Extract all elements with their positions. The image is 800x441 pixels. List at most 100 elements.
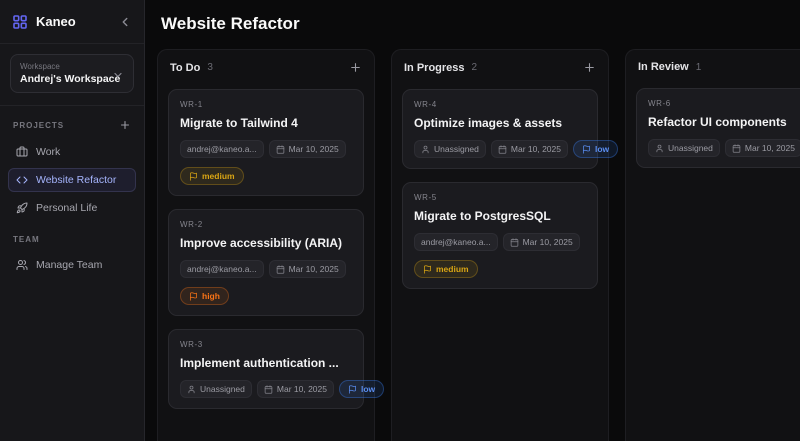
- due-date-label: Mar 10, 2025: [511, 144, 561, 154]
- calendar-icon: [276, 265, 285, 274]
- priority-label: medium: [436, 264, 469, 274]
- card-list: WR-1 Migrate to Tailwind 4 andrej@kaneo.…: [158, 83, 374, 419]
- workspace-selector[interactable]: Workspace Andrej's Workspace: [10, 54, 134, 93]
- task-card-wr-1[interactable]: WR-1 Migrate to Tailwind 4 andrej@kaneo.…: [168, 89, 364, 196]
- assignee-label: Unassigned: [668, 143, 713, 153]
- priority-label: low: [361, 384, 375, 394]
- column-count: 3: [207, 62, 349, 73]
- priority-label: high: [202, 291, 220, 301]
- assignee-chip[interactable]: Unassigned: [414, 140, 486, 158]
- due-date-chip[interactable]: Mar 10, 2025: [269, 140, 346, 158]
- main-content: Website Refactor To Do 3 WR-1 Migrate to…: [145, 0, 800, 441]
- column-in-review: In Review 1 WR-6 Refactor UI components …: [625, 49, 800, 441]
- calendar-icon: [264, 385, 273, 394]
- sidebar-item-website-refactor[interactable]: Website Refactor: [8, 168, 136, 192]
- priority-badge[interactable]: low: [339, 380, 384, 398]
- task-title: Migrate to Tailwind 4: [180, 116, 352, 130]
- task-meta-row: Unassigned Mar 10, 2025 lo: [414, 140, 586, 158]
- app-name: Kaneo: [36, 14, 118, 29]
- task-id: WR-6: [648, 99, 800, 108]
- assignee-chip[interactable]: andrej@kaneo.a...: [414, 233, 498, 251]
- task-meta-row: Unassigned Mar 10, 2025 lo: [648, 139, 800, 157]
- flag-icon: [582, 145, 591, 154]
- assignee-label: Unassigned: [200, 384, 245, 394]
- add-project-button[interactable]: [119, 119, 131, 131]
- column-todo: To Do 3 WR-1 Migrate to Tailwind 4 andre…: [157, 49, 375, 441]
- assignee-label: andrej@kaneo.a...: [187, 144, 257, 154]
- assignee-chip[interactable]: andrej@kaneo.a...: [180, 260, 264, 278]
- priority-badge[interactable]: high: [180, 287, 229, 305]
- calendar-icon: [276, 145, 285, 154]
- kaneo-logo-grid-icon: [12, 14, 28, 30]
- code-icon: [16, 174, 28, 186]
- add-task-button[interactable]: [583, 61, 596, 74]
- task-title: Migrate to PostgresSQL: [414, 209, 586, 223]
- priority-label: medium: [202, 171, 235, 181]
- assignee-label: Unassigned: [434, 144, 479, 154]
- task-title: Implement authentication ...: [180, 356, 352, 370]
- user-icon: [655, 144, 664, 153]
- task-card-wr-3[interactable]: WR-3 Implement authentication ... Unassi…: [168, 329, 364, 409]
- task-priority-row: medium: [414, 260, 586, 278]
- page-title: Website Refactor: [157, 14, 800, 34]
- assignee-chip[interactable]: Unassigned: [180, 380, 252, 398]
- team-section-label: TEAM: [13, 235, 40, 244]
- workspace-label: Workspace: [20, 62, 112, 71]
- sidebar: Kaneo Workspace Andrej's Workspace PROJE…: [0, 0, 145, 441]
- due-date-chip[interactable]: Mar 10, 2025: [257, 380, 334, 398]
- due-date-chip[interactable]: Mar 10, 2025: [725, 139, 800, 157]
- user-icon: [187, 385, 196, 394]
- team-section-header: TEAM: [0, 222, 144, 251]
- due-date-label: Mar 10, 2025: [745, 143, 795, 153]
- task-id: WR-3: [180, 340, 352, 349]
- flag-icon: [348, 385, 357, 394]
- priority-badge[interactable]: medium: [414, 260, 478, 278]
- chevron-down-icon: [112, 68, 124, 80]
- task-card-wr-2[interactable]: WR-2 Improve accessibility (ARIA) andrej…: [168, 209, 364, 316]
- flag-icon: [189, 292, 198, 301]
- calendar-icon: [732, 144, 741, 153]
- task-id: WR-5: [414, 193, 586, 202]
- task-title: Refactor UI components: [648, 115, 800, 129]
- assignee-chip[interactable]: andrej@kaneo.a...: [180, 140, 264, 158]
- sidebar-item-personal-life[interactable]: Personal Life: [8, 196, 136, 220]
- due-date-chip[interactable]: Mar 10, 2025: [269, 260, 346, 278]
- column-header: In Review 1: [626, 50, 800, 82]
- task-meta-row: andrej@kaneo.a... Mar 10, 2025: [180, 260, 352, 278]
- calendar-icon: [510, 238, 519, 247]
- sidebar-item-manage-team[interactable]: Manage Team: [8, 253, 136, 277]
- task-title: Optimize images & assets: [414, 116, 586, 130]
- due-date-label: Mar 10, 2025: [289, 264, 339, 274]
- add-task-button[interactable]: [349, 61, 362, 74]
- task-card-wr-5[interactable]: WR-5 Migrate to PostgresSQL andrej@kaneo…: [402, 182, 598, 289]
- task-card-wr-4[interactable]: WR-4 Optimize images & assets Unassigned: [402, 89, 598, 169]
- card-list: WR-4 Optimize images & assets Unassigned: [392, 83, 608, 299]
- sidebar-item-label: Personal Life: [36, 202, 97, 214]
- flag-icon: [189, 172, 198, 181]
- task-id: WR-4: [414, 100, 586, 109]
- task-title: Improve accessibility (ARIA): [180, 236, 352, 250]
- sidebar-header: Kaneo: [0, 0, 144, 44]
- due-date-chip[interactable]: Mar 10, 2025: [503, 233, 580, 251]
- briefcase-icon: [16, 146, 28, 158]
- column-header: To Do 3: [158, 50, 374, 83]
- task-meta-row: andrej@kaneo.a... Mar 10, 2025: [180, 140, 352, 158]
- card-list: WR-6 Refactor UI components Unassigned: [626, 82, 800, 178]
- priority-badge[interactable]: medium: [180, 167, 244, 185]
- task-meta-row: Unassigned Mar 10, 2025 lo: [180, 380, 352, 398]
- task-priority-row: high: [180, 287, 352, 305]
- sidebar-collapse-icon[interactable]: [118, 15, 132, 29]
- assignee-chip[interactable]: Unassigned: [648, 139, 720, 157]
- due-date-chip[interactable]: Mar 10, 2025: [491, 140, 568, 158]
- task-card-wr-6[interactable]: WR-6 Refactor UI components Unassigned: [636, 88, 800, 168]
- due-date-label: Mar 10, 2025: [277, 384, 327, 394]
- kanban-board: To Do 3 WR-1 Migrate to Tailwind 4 andre…: [157, 49, 800, 441]
- assignee-label: andrej@kaneo.a...: [421, 237, 491, 247]
- task-id: WR-2: [180, 220, 352, 229]
- due-date-label: Mar 10, 2025: [289, 144, 339, 154]
- workspace-section: Workspace Andrej's Workspace: [0, 44, 144, 106]
- user-icon: [421, 145, 430, 154]
- priority-badge[interactable]: low: [573, 140, 618, 158]
- sidebar-item-work[interactable]: Work: [8, 140, 136, 164]
- rocket-icon: [16, 202, 28, 214]
